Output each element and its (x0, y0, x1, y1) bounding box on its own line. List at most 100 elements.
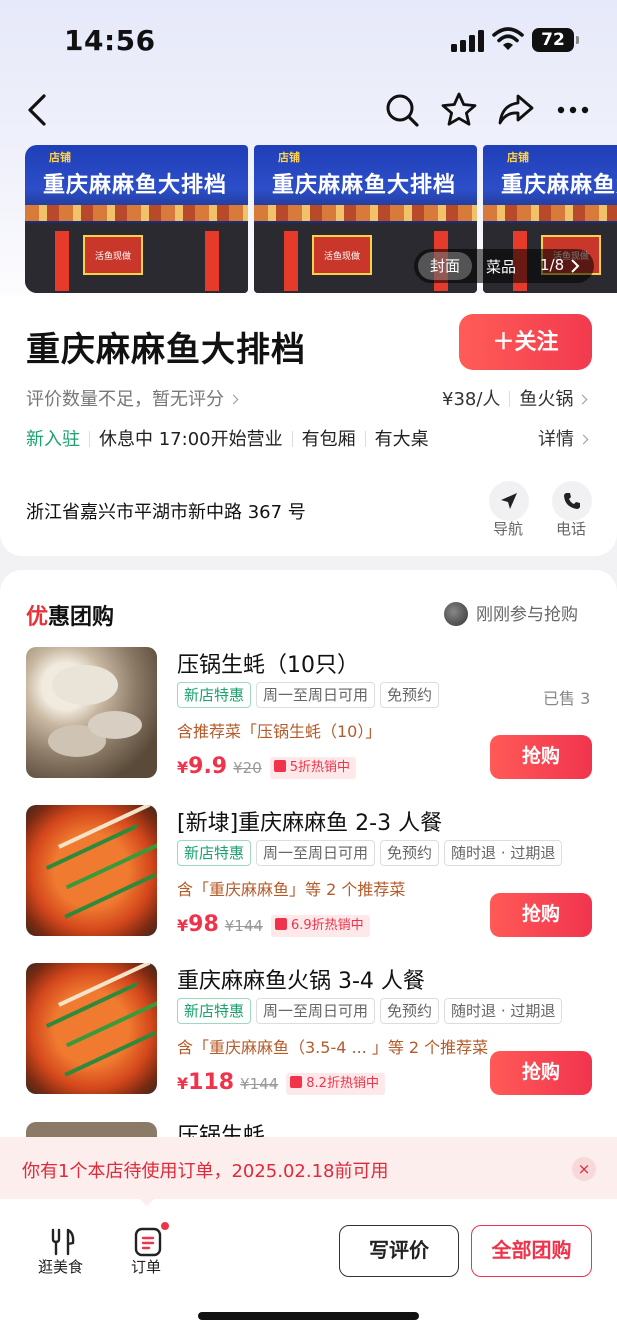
buy-button[interactable]: 抢购 (490, 735, 592, 779)
nav-bar (0, 80, 617, 140)
tag-icon (274, 918, 287, 930)
avatar (444, 602, 468, 626)
price-category-row[interactable]: ¥38/人 鱼火锅 (442, 385, 588, 411)
deal-tag: 周一至周日可用 (256, 682, 376, 708)
storefront-sign: 重庆麻麻鱼大排档 (501, 173, 617, 198)
currency-symbol: ¥ (177, 1074, 189, 1093)
tab-orders[interactable]: 订单 (131, 1256, 161, 1277)
close-icon[interactable]: × (572, 1157, 596, 1181)
deal-title[interactable]: 重庆麻麻鱼火锅 3-4 人餐 (177, 963, 425, 995)
deal-tags: 新店特惠 周一至周日可用 免预约 随时退 · 过期退 (177, 998, 567, 1024)
store-name: 重庆麻麻鱼大排档 (26, 330, 306, 370)
deal-tag: 免预约 (380, 682, 440, 708)
deal-tags: 新店特惠 周一至周日可用 免预约 (177, 682, 444, 708)
store-category: 鱼火锅 (519, 389, 574, 410)
deal-includes: 含「重庆麻麻鱼」等 2 个推荐菜 (177, 880, 406, 899)
feature-tag: 有大桌 (374, 429, 429, 450)
price-value: 118 (188, 1070, 235, 1095)
order-icon[interactable] (133, 1227, 163, 1257)
storefront-door-sign: 活鱼现做 (83, 235, 143, 275)
share-icon[interactable] (494, 88, 538, 132)
star-icon[interactable] (437, 88, 481, 132)
navigation-label: 导航 (493, 520, 524, 538)
original-price: ¥20 (233, 759, 262, 777)
wifi-icon (492, 27, 524, 50)
details-link[interactable]: 详情 (538, 425, 589, 451)
deal-tag: 周一至周日可用 (256, 998, 376, 1024)
deal-tag: 新店特惠 (177, 998, 252, 1024)
deal-title[interactable]: [新埭]重庆麻麻鱼 2-3 人餐 (177, 805, 442, 837)
discount-text: 6.9折热销中 (290, 918, 364, 933)
tab-explore-food[interactable]: 逛美食 (38, 1256, 83, 1277)
all-deals-button[interactable]: 全部团购 (471, 1225, 592, 1277)
chevron-right-icon[interactable] (570, 259, 580, 273)
status-bar: 14:56 72 (0, 0, 617, 80)
navigation-icon (501, 493, 517, 509)
write-review-button[interactable]: 写评价 (339, 1225, 459, 1277)
utensils-icon[interactable] (47, 1227, 77, 1257)
sold-count: 已售 3 (543, 689, 591, 708)
signal-icon (451, 30, 485, 52)
deal-image[interactable] (26, 805, 157, 936)
deal-tag: 新店特惠 (177, 840, 252, 866)
discount-text: 5折热销中 (289, 760, 351, 775)
search-icon[interactable] (380, 88, 424, 132)
currency-symbol: ¥ (177, 916, 189, 935)
price-value: 98 (188, 912, 219, 937)
deal-price: ¥9.9 ¥20 5折热销中 (177, 754, 357, 779)
deal-tag: 免预约 (380, 840, 440, 866)
new-store-badge: 新入驻 (26, 429, 80, 450)
chevron-right-icon (228, 394, 239, 405)
details-label: 详情 (538, 429, 574, 450)
discount-badge: 5折热销中 (269, 757, 357, 779)
section-title: 优惠团购 (26, 599, 114, 631)
navigation-button[interactable] (489, 481, 529, 521)
deal-tag: 随时退 · 过期退 (444, 840, 563, 866)
status-time: 14:56 (64, 24, 156, 57)
pending-order-text[interactable]: 你有1个本店待使用订单，2025.02.18前可用 (22, 1157, 389, 1183)
original-price: ¥144 (224, 917, 263, 935)
discount-text: 8.2折热销中 (306, 1076, 379, 1091)
opening-hours: 17:00开始营业 (158, 429, 283, 450)
more-icon[interactable] (551, 88, 595, 132)
chevron-right-icon (578, 434, 589, 445)
discount-badge: 8.2折热销中 (286, 1073, 385, 1095)
notification-dot (159, 1220, 171, 1232)
deal-includes: 含「重庆麻麻鱼（3.5-4 ... 」等 2 个推荐菜 (177, 1038, 489, 1057)
phone-icon (564, 493, 580, 509)
deal-price: ¥118 ¥144 8.2折热销中 (177, 1070, 385, 1095)
battery-indicator: 72 (532, 28, 579, 52)
store-address[interactable]: 浙江省嘉兴市平湖市新中路 367 号 (26, 498, 306, 524)
deal-image[interactable] (26, 647, 157, 778)
recent-buyers: 刚刚参与抢购 (444, 600, 578, 626)
buy-button[interactable]: 抢购 (490, 893, 592, 937)
deal-tag: 周一至周日可用 (256, 840, 376, 866)
currency-symbol: ¥ (177, 758, 189, 777)
gallery-tab-cover[interactable]: 封面 (418, 252, 473, 280)
gallery-counter: 1/8 (540, 256, 565, 274)
phone-button[interactable] (552, 481, 592, 521)
follow-button[interactable]: ＋关注 (459, 314, 592, 370)
price-per-person: ¥38/人 (442, 389, 501, 410)
gallery-tab-dishes[interactable]: 菜品 (486, 256, 516, 277)
deal-title[interactable]: 压锅生蚝（10只） (177, 647, 359, 679)
deal-tag: 随时退 · 过期退 (444, 998, 563, 1024)
status-row: 新入驻 休息中 17:00开始营业 有包厢 有大桌 (26, 425, 429, 451)
storefront-sign: 重庆麻麻鱼大排档 (272, 173, 457, 198)
gallery-photo[interactable]: 店铺 重庆麻麻鱼大排档 活鱼现做 (25, 145, 248, 293)
open-status: 休息中 (99, 429, 153, 450)
buy-button[interactable]: 抢购 (490, 1051, 592, 1095)
deal-tag: 免预约 (380, 998, 440, 1024)
gallery-tabs: 封面 菜品 1/8 (414, 249, 594, 283)
banner-pointer (137, 1196, 157, 1206)
back-icon[interactable] (16, 88, 60, 132)
deal-image[interactable] (26, 963, 157, 1094)
rating-row[interactable]: 评价数量不足，暂无评分 (26, 385, 239, 411)
storefront-sign-badge: 店铺 (49, 151, 71, 164)
home-indicator (198, 1312, 419, 1320)
original-price: ¥144 (240, 1075, 279, 1093)
deal-tags: 新店特惠 周一至周日可用 免预约 随时退 · 过期退 (177, 840, 567, 866)
deal-price: ¥98 ¥144 6.9折热销中 (177, 912, 370, 937)
deal-includes: 含推荐菜「压锅生蚝（10）」 (177, 722, 382, 741)
flame-icon (273, 760, 286, 772)
